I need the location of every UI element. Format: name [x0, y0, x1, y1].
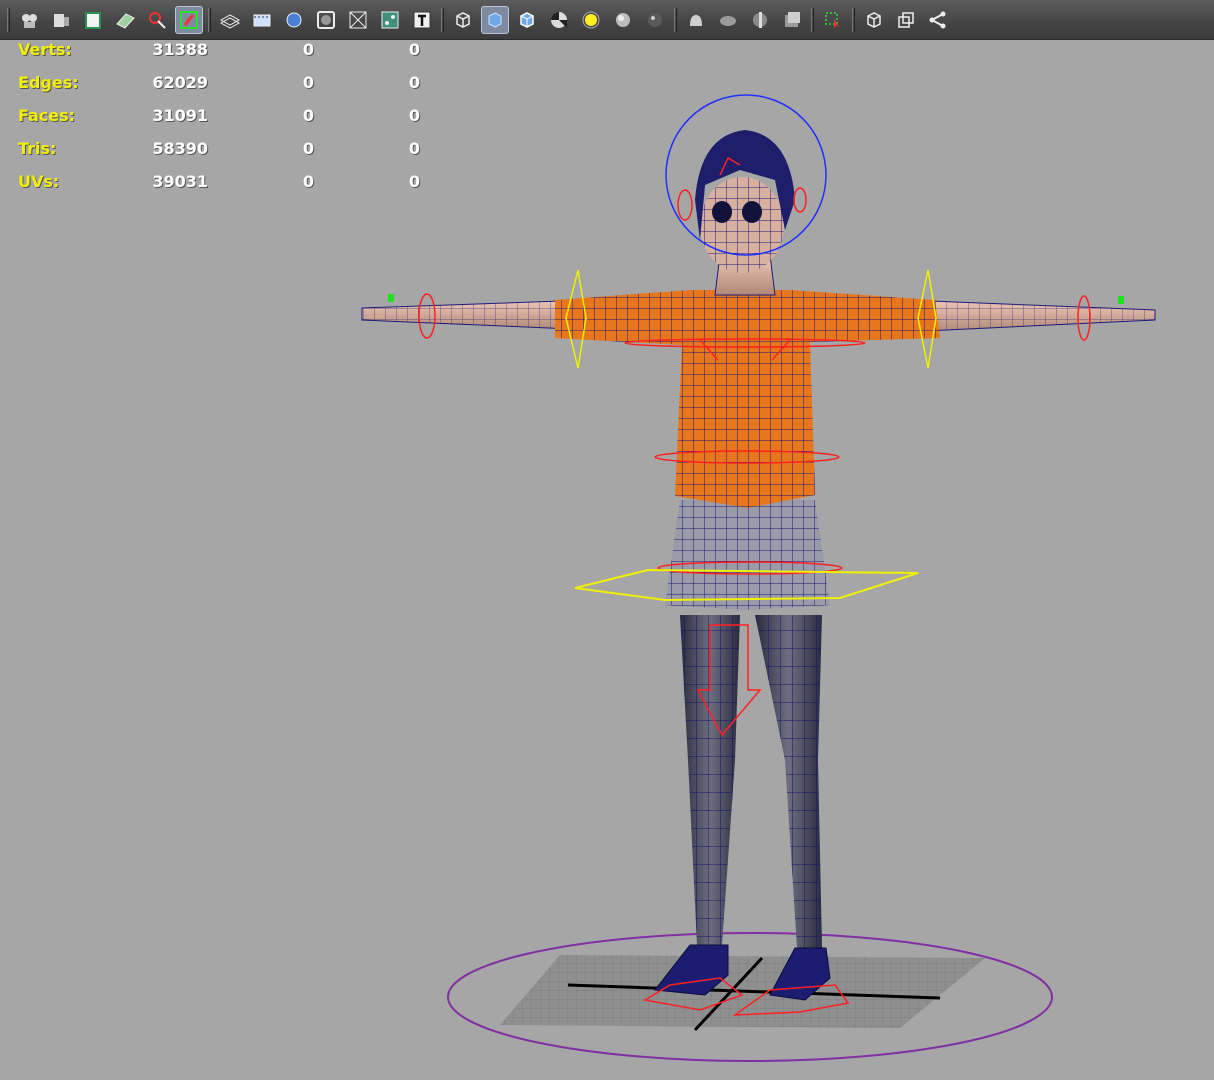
gate-mask-icon	[317, 10, 335, 29]
ambient-occlusion-sphere-button[interactable]	[641, 6, 669, 34]
wireframe-cube-icon	[456, 11, 470, 28]
textured-checker-icon	[551, 11, 567, 28]
shorts	[665, 500, 830, 610]
image-plane-button[interactable]	[111, 6, 139, 34]
toolbar-separator	[208, 7, 211, 32]
xray-joints-icon	[929, 11, 946, 28]
field-chart-button[interactable]	[344, 6, 372, 34]
finger-ctrl-right[interactable]	[1118, 296, 1124, 304]
multisample-aa-icon	[720, 15, 736, 26]
isolate-select-button[interactable]	[819, 6, 847, 34]
shadows-sphere-button[interactable]	[609, 6, 637, 34]
toolbar-separator	[7, 7, 10, 32]
wireframe-on-shaded-button[interactable]	[513, 6, 541, 34]
safe-title-icon	[413, 11, 431, 28]
ear-ctrl-left[interactable]	[677, 189, 693, 221]
3d-viewport[interactable]	[0, 40, 1214, 1080]
film-gate-button[interactable]	[248, 6, 276, 34]
toolbar-separator	[441, 7, 444, 32]
depth-of-field-icon	[753, 11, 767, 28]
viewport-toolbar	[0, 0, 1214, 40]
safe-action-icon	[381, 11, 399, 28]
bookmark-icon	[85, 11, 101, 29]
resolution-gate-icon	[286, 12, 302, 27]
textured-checker-button[interactable]	[545, 6, 573, 34]
toolbar-separator	[852, 7, 855, 32]
sweater	[555, 290, 940, 508]
ambient-occlusion-sphere-icon	[648, 12, 662, 27]
grid-icon	[219, 13, 241, 29]
multisample-aa-button[interactable]	[714, 6, 742, 34]
camera-film-icon	[54, 13, 69, 27]
field-chart-icon	[349, 11, 367, 28]
wireframe-on-shaded-icon	[520, 11, 534, 28]
screen-space-icon	[785, 11, 800, 27]
safe-title-button[interactable]	[408, 6, 436, 34]
two-d-pan-zoom-icon	[149, 11, 166, 29]
film-gate-icon	[253, 14, 271, 26]
finger-ctrl-left[interactable]	[388, 294, 394, 302]
leg-right	[755, 615, 822, 948]
shadows-sphere-icon	[616, 12, 630, 27]
toolbar-separator	[811, 7, 814, 32]
bookmark-button[interactable]	[79, 6, 107, 34]
image-plane-icon	[116, 12, 135, 29]
smooth-shade-cube-icon	[488, 11, 502, 28]
character-mesh[interactable]	[361, 130, 1156, 1001]
use-all-lights-button[interactable]	[577, 6, 605, 34]
xray-joints-button[interactable]	[924, 6, 952, 34]
camera-attributes-icon	[22, 13, 37, 28]
camera-film-button[interactable]	[47, 6, 75, 34]
isolate-select-icon	[825, 11, 840, 28]
two-d-pan-zoom-button[interactable]	[143, 6, 171, 34]
xray-active-components-icon	[898, 11, 914, 28]
ear-ctrl-right[interactable]	[793, 187, 807, 213]
resolution-gate-button[interactable]	[280, 6, 308, 34]
xray-active-components-button[interactable]	[892, 6, 920, 34]
xray-cube-button[interactable]	[860, 6, 888, 34]
camera-attributes-button[interactable]	[15, 6, 43, 34]
wireframe-cube-button[interactable]	[449, 6, 477, 34]
safe-action-button[interactable]	[376, 6, 404, 34]
screen-space-button[interactable]	[778, 6, 806, 34]
grid-button[interactable]	[216, 6, 244, 34]
depth-of-field-button[interactable]	[746, 6, 774, 34]
grease-pencil-button[interactable]	[175, 5, 203, 34]
motion-blur-icon	[690, 14, 702, 26]
arm-right	[904, 299, 1156, 333]
head	[695, 130, 795, 273]
xray-cube-icon	[867, 11, 881, 28]
toolbar-separator	[674, 7, 677, 32]
use-all-lights-icon	[582, 11, 600, 28]
motion-blur-button[interactable]	[682, 6, 710, 34]
smooth-shade-cube-button[interactable]	[481, 5, 509, 34]
gate-mask-button[interactable]	[312, 6, 340, 34]
ground-grid	[500, 955, 985, 1032]
grease-pencil-icon	[180, 10, 198, 29]
